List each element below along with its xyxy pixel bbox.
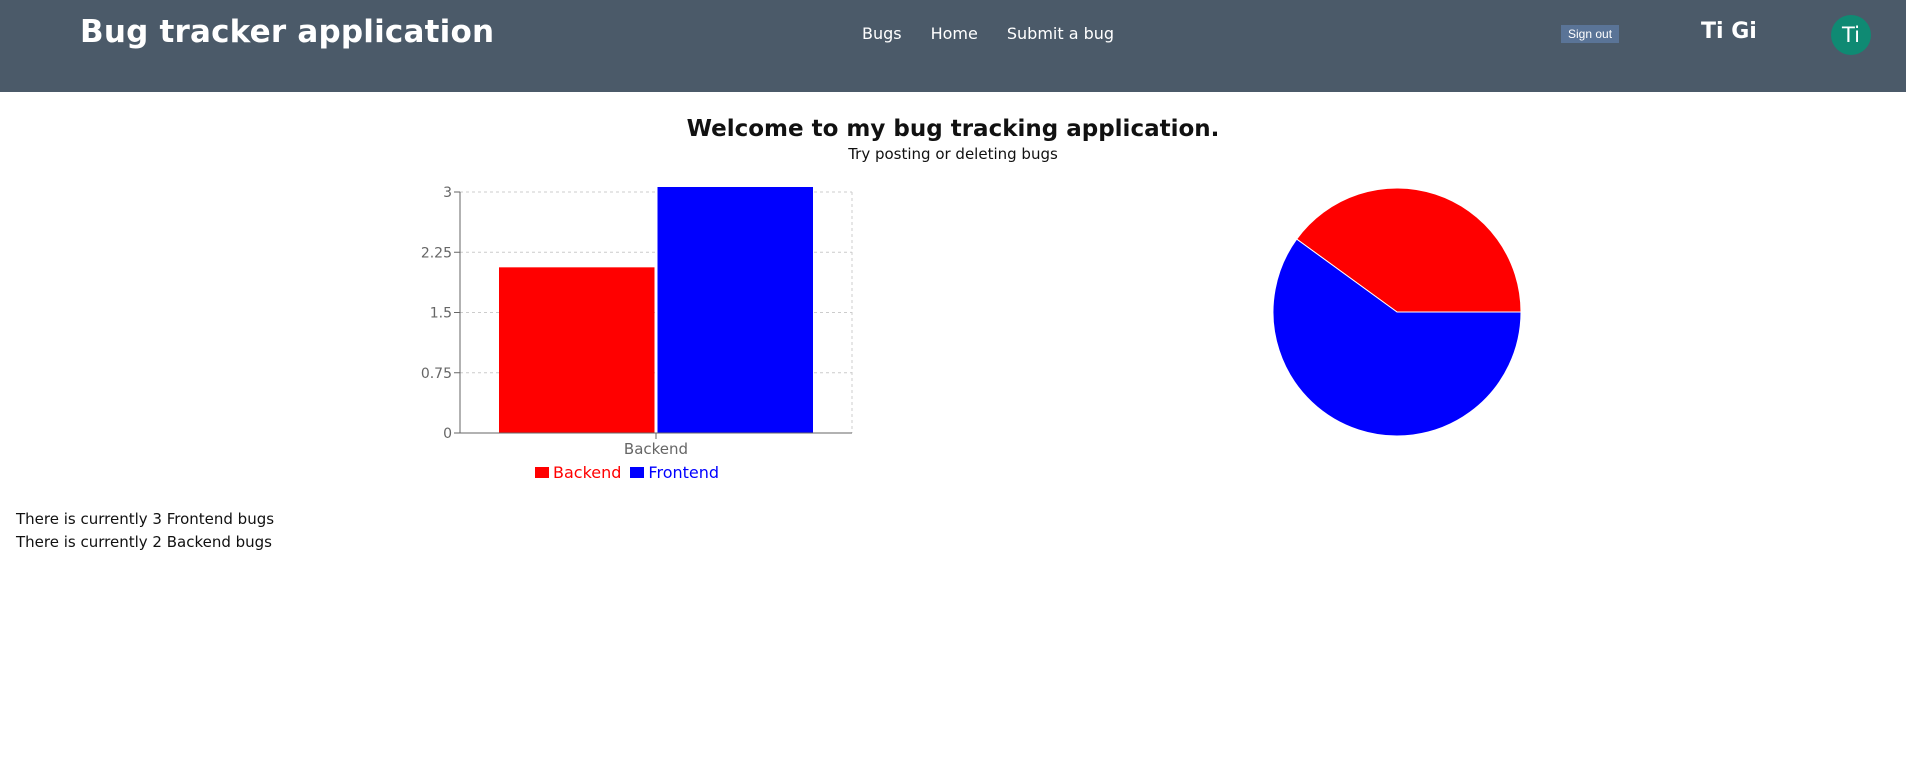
legend-swatch-frontend (630, 467, 645, 478)
legend-label-frontend: Frontend (648, 463, 720, 482)
app-title: Bug tracker application (80, 14, 495, 50)
sign-out-button[interactable]: Sign out (1561, 25, 1620, 43)
x-tick-label: Backend (624, 440, 688, 458)
frontend-count-text: There is currently 3 Frontend bugs (16, 510, 275, 528)
bar-frontend (657, 187, 813, 433)
legend-item-frontend: Frontend (630, 463, 719, 482)
legend-item-backend: Backend (535, 463, 621, 482)
welcome-heading: Welcome to my bug tracking application. (686, 116, 1220, 142)
nav-home-link[interactable]: Home (931, 24, 978, 43)
user-name: Ti Gi (1701, 19, 1757, 44)
bug-bar-chart: 0 0.75 1.5 2.25 3 Backend (421, 185, 853, 458)
legend-label-backend: Backend (553, 463, 622, 482)
bar-backend (499, 267, 655, 433)
bar-chart-legend: Backend Frontend (535, 463, 719, 482)
welcome-subtitle: Try posting or deleting bugs (848, 145, 1058, 163)
bug-pie-chart (1272, 187, 1522, 437)
nav-bugs-link[interactable]: Bugs (862, 24, 902, 43)
y-tick-label: 3 (443, 185, 452, 201)
y-tick-label: 2.25 (421, 245, 452, 261)
y-tick-label: 0 (443, 426, 452, 442)
y-tick-label: 1.5 (430, 306, 452, 322)
avatar[interactable]: Ti (1831, 15, 1871, 55)
bug-counts: There is currently 3 Frontend bugs There… (16, 508, 274, 554)
nav-submit-bug-link[interactable]: Submit a bug (1007, 24, 1114, 43)
main-nav: Bugs Home Submit a bug (862, 24, 1114, 43)
backend-count-text: There is currently 2 Backend bugs (16, 533, 272, 551)
legend-swatch-backend (535, 467, 549, 478)
y-tick-label: 0.75 (421, 366, 452, 382)
app-header: Bug tracker application Bugs Home Submit… (0, 0, 1906, 92)
